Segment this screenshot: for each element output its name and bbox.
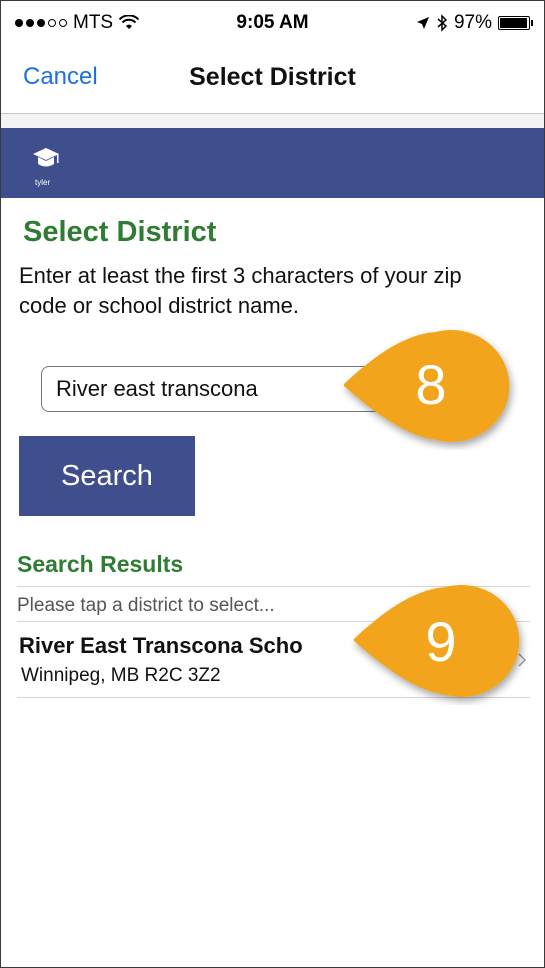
- results-hint: Please tap a district to select...: [17, 595, 275, 616]
- nav-title: Select District: [189, 63, 356, 91]
- phone-screen: MTS 9:05 AM 97% Cancel Select District t…: [0, 0, 545, 968]
- district-name: River East Transcona Scho: [19, 633, 303, 658]
- battery-fill: [500, 18, 528, 28]
- status-right: 97%: [416, 12, 533, 34]
- header-spacer: [1, 114, 544, 128]
- callout-9: 9: [354, 585, 520, 697]
- main-content: Select District Enter at least the first…: [19, 216, 529, 321]
- bluetooth-icon: [437, 14, 448, 32]
- navigation-bar: Cancel Select District: [1, 41, 544, 114]
- brand-logo-text: tyler: [35, 178, 51, 187]
- callout-8: 8: [344, 330, 510, 442]
- page-heading: Select District: [23, 216, 217, 248]
- battery-percent: 97%: [453, 12, 492, 33]
- location-arrow-icon: [416, 17, 429, 29]
- search-button[interactable]: Search: [19, 436, 195, 516]
- battery-icon: [498, 16, 533, 30]
- status-bar: MTS 9:05 AM 97%: [1, 1, 544, 41]
- district-address: Winnipeg, MB R2C 3Z2: [21, 665, 221, 686]
- callout-8-number: 8: [415, 353, 446, 416]
- search-results-title: Search Results: [17, 551, 184, 577]
- brand-header: tyler: [1, 128, 544, 198]
- callout-9-number: 9: [425, 610, 456, 673]
- instructions-text: Enter at least the first 3 characters of…: [19, 263, 462, 318]
